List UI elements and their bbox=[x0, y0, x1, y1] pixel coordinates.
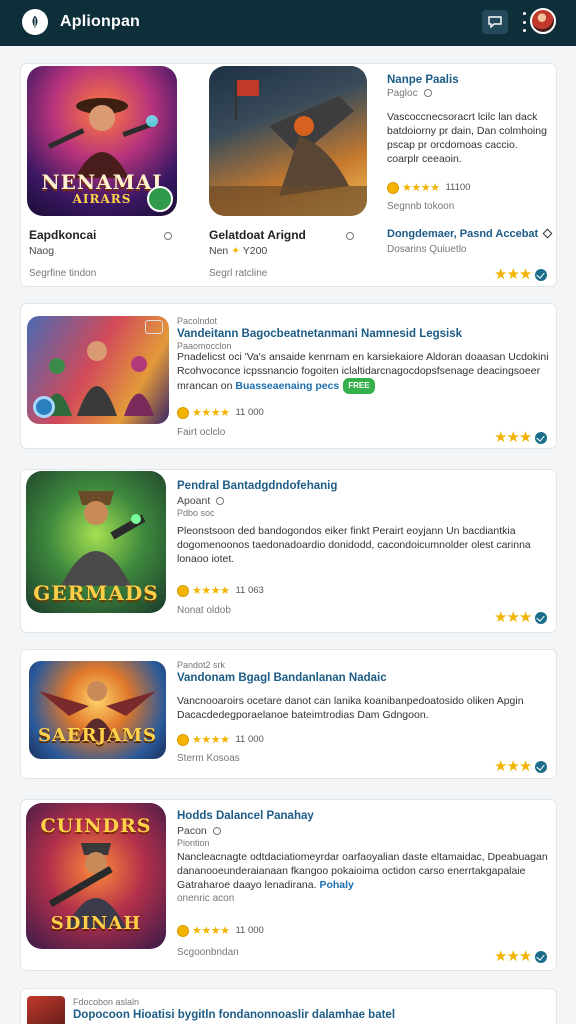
chat-button[interactable] bbox=[482, 10, 508, 34]
list-item-star-rating: ★★★ bbox=[494, 949, 548, 964]
verified-icon bbox=[535, 268, 548, 281]
app-logo[interactable] bbox=[22, 9, 48, 35]
list-item[interactable]: GERMADS Pendral Bantadgdndofehanig Apoan… bbox=[20, 469, 557, 633]
featured-left-subtitle: Naog bbox=[29, 245, 55, 257]
list-item-description: Pleonstsoon ded bandogondos eiker finkt … bbox=[177, 525, 531, 565]
list-item-thumbnail[interactable]: CUINDRS SDINAH bbox=[26, 803, 166, 949]
poster-title: SAERJAMS bbox=[37, 725, 158, 746]
verified-icon bbox=[535, 760, 548, 773]
list-item-description: Nancleacnagte odtdaciatiomeyrdar oarfaoy… bbox=[177, 851, 548, 891]
list-item-kicker: Piontion bbox=[177, 838, 210, 848]
list-item[interactable]: Pacolndot Vandeitann Bagocbeatnetanmani … bbox=[20, 303, 557, 449]
leaf-logo-icon bbox=[31, 14, 39, 30]
coin-icon bbox=[177, 924, 189, 937]
list-item-star-rating: ★★★ bbox=[494, 610, 548, 625]
list-item-star-rating: ★★★ bbox=[494, 430, 548, 445]
list-item-subtitle: Apoant bbox=[177, 495, 225, 507]
info-icon bbox=[423, 89, 432, 97]
list-item-description: Vancnooaroirs ocetare danot can lanika k… bbox=[177, 695, 524, 721]
free-badge: FREE bbox=[343, 378, 375, 394]
list-item-rating: ★★★★ 11 000 bbox=[177, 924, 264, 937]
featured-left-meta: Segrfine tindon bbox=[29, 268, 97, 279]
list-item-kicker: Fdocobon aslaln bbox=[73, 997, 140, 1007]
featured-right-title[interactable]: Nanpe Paalis bbox=[387, 74, 459, 86]
user-avatar[interactable] bbox=[530, 8, 556, 34]
more-menu-icon[interactable] bbox=[521, 12, 527, 32]
featured-right-subtitle: Pagloc bbox=[387, 88, 432, 99]
list-item-thumbnail[interactable]: GERMADS bbox=[26, 471, 166, 613]
info-icon bbox=[345, 232, 354, 240]
coin-icon bbox=[177, 406, 189, 419]
info-icon bbox=[212, 827, 221, 835]
list-item-thumbnail[interactable] bbox=[27, 996, 65, 1024]
list-item-title[interactable]: Dopocoon Hioatisi bygitln fondanonnoasli… bbox=[73, 1009, 395, 1021]
list-item-kicker: Pacolndot bbox=[177, 316, 218, 326]
poster-subtitle: SDINAH bbox=[50, 913, 142, 934]
featured-star-rating: ★★★ bbox=[494, 267, 548, 282]
featured-middle-subtitle: Nen ✦ Y200 bbox=[209, 245, 268, 257]
verified-icon bbox=[535, 950, 548, 963]
play-badge[interactable] bbox=[33, 396, 55, 418]
chat-icon bbox=[488, 16, 502, 28]
app-header: Aplionpan bbox=[0, 0, 576, 46]
list-item[interactable]: SAERJAMS Pandot2 srk Vandonam Bgagl Band… bbox=[20, 649, 557, 779]
share-icon bbox=[542, 228, 553, 239]
info-icon bbox=[164, 232, 173, 240]
info-icon bbox=[216, 497, 225, 505]
featured-left-thumbnail[interactable]: NENAMAI AIRARS bbox=[27, 66, 177, 216]
featured-right-meta: Segnnb tokoon bbox=[387, 201, 455, 212]
coin-icon bbox=[177, 733, 189, 746]
poster-title: GERMADS bbox=[33, 581, 159, 605]
list-item-title[interactable]: Vandeitann Bagocbeatnetanmani Namnesid L… bbox=[177, 328, 462, 340]
close-icon[interactable] bbox=[145, 320, 163, 334]
list-item-kicker: Pdbo soc bbox=[177, 508, 215, 518]
featured-middle-meta: Segrl ratcline bbox=[209, 268, 268, 279]
list-item-rating: ★★★★ 11 000 bbox=[177, 406, 264, 419]
list-item-subtitle: Pacon bbox=[177, 825, 221, 837]
list-item[interactable]: CUINDRS SDINAH Hodds Dalancel Panahay Pa… bbox=[20, 799, 557, 971]
list-item-kicker: Pandot2 srk bbox=[177, 660, 226, 670]
list-item-star-rating: ★★★ bbox=[494, 759, 548, 774]
list-item[interactable]: Fdocobon aslaln Dopocoon Hioatisi bygitl… bbox=[20, 988, 557, 1024]
list-item-meta: Scgoonbndan bbox=[177, 947, 239, 958]
list-item-title[interactable]: Vandonam Bgagl Bandanlanan Nadaic bbox=[177, 672, 387, 684]
coin-icon bbox=[177, 584, 189, 597]
featured-right-footer-title[interactable]: Dongdemaer, Pasnd Accebat bbox=[387, 228, 553, 240]
featured-right-rating: ★★★★ 11100 bbox=[387, 181, 470, 194]
list-item-meta: Sterm Kosoas bbox=[177, 753, 240, 764]
list-item-thumbnail[interactable]: SAERJAMS bbox=[29, 661, 166, 759]
app-title: Aplionpan bbox=[60, 13, 141, 30]
coin-icon bbox=[387, 181, 399, 194]
verified-icon bbox=[535, 611, 548, 624]
install-badge[interactable] bbox=[147, 186, 173, 212]
list-item-link[interactable]: Pohaly bbox=[319, 879, 353, 891]
featured-card: NENAMAI AIRARS Eapdkoncai Naog Segrfine … bbox=[20, 63, 557, 287]
list-item-meta: Nonat oldob bbox=[177, 605, 231, 616]
verified-icon bbox=[535, 431, 548, 444]
list-item-title[interactable]: Pendral Bantadgdndofehanig bbox=[177, 480, 337, 492]
list-item-link[interactable]: Buasseaenaing pecs bbox=[235, 380, 339, 392]
battle-artwork bbox=[209, 80, 367, 216]
featured-left-title[interactable]: Eapdkoncai bbox=[29, 228, 173, 242]
list-item-rating: ★★★★ 11 063 bbox=[177, 584, 264, 597]
list-item-thumbnail[interactable] bbox=[27, 316, 169, 424]
featured-right-footer-sub: Dosarins Quiuetlo bbox=[387, 244, 467, 255]
list-item-rating: ★★★★ 11 000 bbox=[177, 733, 264, 746]
list-item-description: Pnadelicst oci 'Va's ansaide kenrnam en … bbox=[177, 351, 549, 394]
list-item-title[interactable]: Hodds Dalancel Panahay bbox=[177, 810, 314, 822]
list-item-tail: onenric acon bbox=[177, 893, 235, 904]
featured-middle-title[interactable]: Gelatdoat Arignd bbox=[209, 228, 354, 242]
list-item-meta: Fairt oclclo bbox=[177, 427, 226, 438]
featured-right-description: Vascoccnecsoracrt lcilc lan dack batdoio… bbox=[387, 111, 547, 165]
featured-middle-thumbnail[interactable] bbox=[209, 66, 367, 216]
